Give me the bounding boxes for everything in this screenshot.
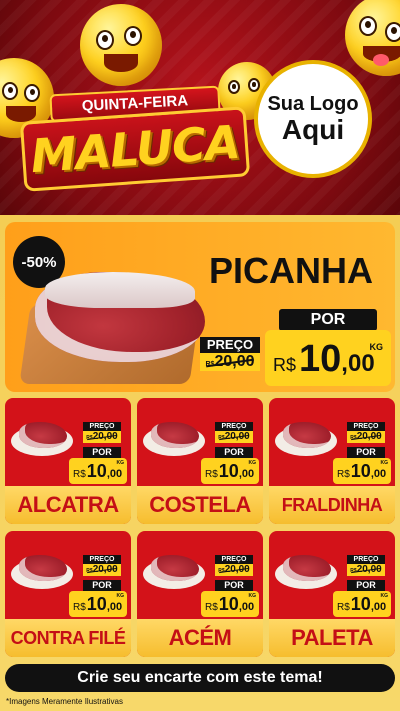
old-price-block: PREÇO R$20,00: [83, 422, 121, 443]
price-dec: ,00: [370, 468, 387, 480]
por-label: POR: [347, 447, 385, 458]
unit: KG: [116, 593, 125, 599]
preco-label: PREÇO: [83, 555, 121, 564]
product-card: PREÇO R$20,00 POR R$ 10,00 KG ALCATRA: [5, 398, 131, 524]
price: R$ 10,00 KG: [69, 458, 127, 484]
unit: KG: [248, 593, 257, 599]
price-int: 10: [218, 594, 239, 614]
price-int: 10: [86, 594, 107, 614]
header-banner: QUINTA-FEIRA MALUCA Sua Logo Aqui: [0, 0, 400, 215]
hero-unit: KG: [369, 342, 384, 352]
price: R$ 10,00 KG: [69, 591, 127, 617]
price-dec: ,00: [238, 468, 255, 480]
price-dec: ,00: [106, 601, 123, 613]
product-name: FRALDINHA: [281, 495, 383, 515]
por-label: POR: [215, 447, 253, 458]
meat-fat-layer: [45, 272, 195, 308]
por-label: POR: [347, 580, 385, 591]
product-name: COSTELA: [149, 492, 251, 517]
unit: KG: [380, 460, 389, 466]
price: R$ 10,00 KG: [201, 591, 259, 617]
title-main: MALUCA: [28, 114, 242, 184]
hero-price: R$ 10 ,00 KG: [265, 330, 391, 386]
product-name: ALCATRA: [17, 492, 119, 517]
preco-label: PREÇO: [215, 422, 253, 431]
hero-price-dec: ,00: [341, 350, 375, 377]
meat-cut-icon: [283, 555, 331, 581]
laughing-emoji-icon: [80, 4, 162, 86]
price: R$ 10,00 KG: [333, 591, 391, 617]
cta-button[interactable]: Crie seu encarte com este tema!: [5, 664, 395, 692]
price-int: 10: [350, 594, 371, 614]
old-price-block: PREÇO R$20,00: [215, 555, 253, 576]
old-price-block: PREÇO R$20,00: [347, 422, 385, 443]
price-dec: ,00: [106, 468, 123, 480]
currency: R$: [205, 469, 218, 480]
old-price-block: PREÇO R$20,00: [347, 555, 385, 576]
currency: R$: [337, 469, 350, 480]
disclaimer: *Imagens Meramente Ilustrativas: [6, 697, 123, 706]
meat-cut-icon: [19, 555, 67, 581]
unit: KG: [248, 460, 257, 466]
meat-cut-icon: [151, 422, 199, 448]
logo-placeholder[interactable]: Sua Logo Aqui: [254, 60, 372, 178]
logo-line-1: Sua Logo: [267, 92, 359, 115]
title-badge: QUINTA-FEIRA MALUCA: [19, 85, 251, 192]
price-dec: ,00: [370, 601, 387, 613]
old-price: R$20,00: [347, 564, 385, 576]
preco-label: PREÇO: [347, 555, 385, 564]
currency: R$: [337, 602, 350, 613]
price: R$ 10,00 KG: [201, 458, 259, 484]
hero-old-price: R$20,00: [200, 353, 260, 371]
por-label: POR: [83, 447, 121, 458]
product-card: PREÇO R$20,00 POR R$ 10,00 KG FRALDINHA: [269, 398, 395, 524]
price-dec: ,00: [238, 601, 255, 613]
unit: KG: [380, 593, 389, 599]
old-price: R$20,00: [347, 431, 385, 443]
old-price-block: PREÇO R$20,00: [83, 555, 121, 576]
product-card: PREÇO R$20,00 POR R$ 10,00 KG PALETA: [269, 531, 395, 657]
product-card: PREÇO R$20,00 POR R$ 10,00 KG COSTELA: [137, 398, 263, 524]
product-name: CONTRA FILÉ: [10, 628, 126, 648]
product-name: PALETA: [291, 625, 373, 650]
old-price: R$20,00: [83, 564, 121, 576]
price-int: 10: [350, 461, 371, 481]
currency: R$: [205, 602, 218, 613]
currency: R$: [73, 469, 86, 480]
hero-currency: R$: [273, 355, 297, 375]
preco-label: PREÇO: [215, 555, 253, 564]
product-card: PREÇO R$20,00 POR R$ 10,00 KG ACÉM: [137, 531, 263, 657]
meat-cut-icon: [19, 422, 67, 448]
price-int: 10: [218, 461, 239, 481]
preco-label: PREÇO: [347, 422, 385, 431]
por-label: POR: [83, 580, 121, 591]
currency: R$: [73, 602, 86, 613]
old-price: R$20,00: [215, 431, 253, 443]
product-card: PREÇO R$20,00 POR R$ 10,00 KG CONTRA FILÉ: [5, 531, 131, 657]
meat-cut-icon: [151, 555, 199, 581]
unit: KG: [116, 460, 125, 466]
preco-label: PREÇO: [83, 422, 121, 431]
price-int: 10: [86, 461, 107, 481]
hero-old-price-block: PREÇO R$20,00: [200, 337, 260, 371]
hero-preco-label: PREÇO: [200, 337, 260, 353]
hero-product-name: PICANHA: [209, 250, 374, 291]
title-main-box: MALUCA: [19, 106, 251, 192]
hero-price-int: 10: [299, 338, 342, 380]
hero-por-label: POR: [279, 309, 377, 331]
meat-cut-icon: [283, 422, 331, 448]
product-name: ACÉM: [168, 625, 232, 650]
old-price: R$20,00: [215, 564, 253, 576]
price: R$ 10,00 KG: [333, 458, 391, 484]
old-price-block: PREÇO R$20,00: [215, 422, 253, 443]
old-price: R$20,00: [83, 431, 121, 443]
logo-line-2: Aqui: [281, 113, 345, 145]
por-label: POR: [215, 580, 253, 591]
